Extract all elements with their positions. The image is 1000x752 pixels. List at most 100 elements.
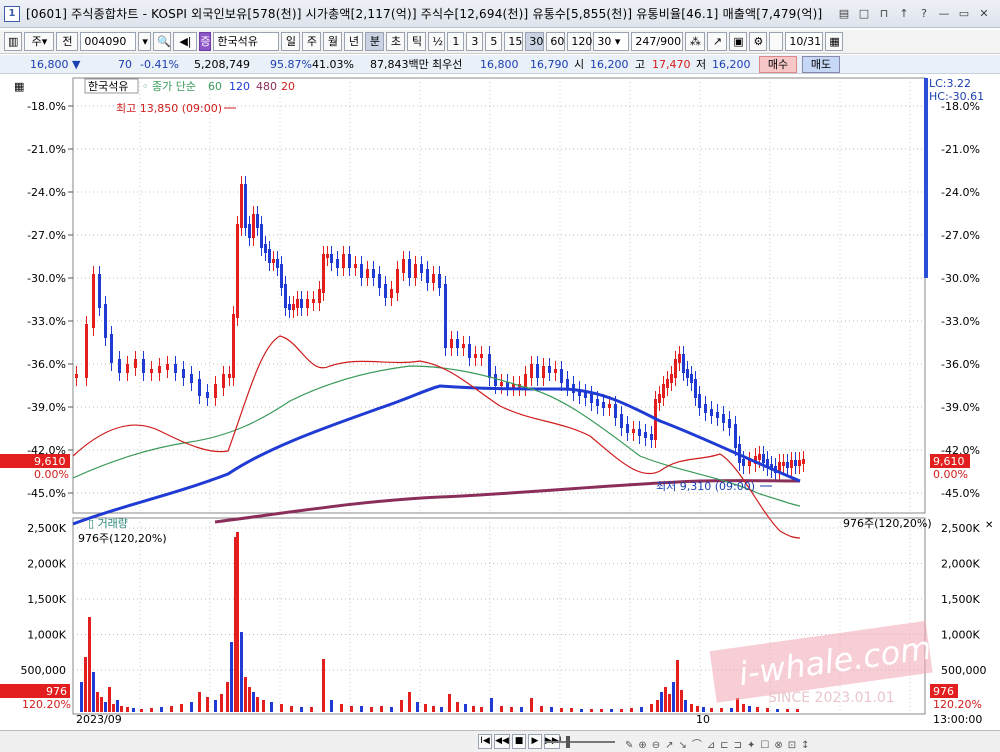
volume-bar: [116, 700, 119, 712]
code-input[interactable]: 004090: [80, 32, 137, 51]
volume-bar: [340, 704, 343, 712]
grid-icon[interactable]: ⁂: [685, 32, 706, 51]
volume-bar: [490, 698, 493, 712]
volume-bar: [300, 707, 303, 712]
minimize-icon[interactable]: —: [936, 6, 952, 22]
count-input[interactable]: 247/900: [631, 32, 684, 51]
volume-bar: [448, 694, 451, 712]
volume-bar: [240, 632, 243, 712]
volume-bar: [350, 706, 353, 712]
candle-body: [782, 462, 785, 466]
stock-chart[interactable]: -18.0% -21.0% -24.0% -27.0% -30.0% -33.0% -36.…: [0, 76, 1000, 730]
stop-button[interactable]: ■: [512, 734, 526, 749]
left-pct-tag: 0.00%: [34, 468, 69, 481]
volume-tick-label-right: 2,000K: [941, 558, 980, 571]
maximize-icon[interactable]: ▭: [956, 6, 972, 22]
candle-body: [742, 459, 745, 466]
candle-body: [626, 424, 629, 433]
rewind-button[interactable]: ◀◀: [494, 734, 510, 749]
volume-bar: [720, 708, 723, 712]
drawing-tools[interactable]: ✎⊕⊖↗↘⌒⊿⊏⊐✦☐⊗⊡↕: [625, 736, 815, 751]
volume-bar: [696, 706, 699, 712]
candle-body: [554, 369, 557, 373]
volume-bar: [600, 709, 603, 712]
period-year[interactable]: 년: [344, 32, 364, 51]
candle-body: [488, 354, 491, 378]
period-tick[interactable]: 틱: [407, 32, 427, 51]
price-tick-label-right: -33.0%: [941, 315, 980, 328]
candle-body: [790, 460, 793, 468]
play-button[interactable]: ▶: [528, 734, 542, 749]
close-icon[interactable]: ✕: [976, 6, 992, 22]
volume-bar: [120, 706, 123, 712]
first-button[interactable]: I◀: [478, 734, 492, 749]
x-label-start: 2023/09: [76, 713, 122, 726]
chart-area[interactable]: -18.0% -21.0% -24.0% -27.0% -30.0% -33.0% -36.…: [0, 76, 1000, 730]
price-tick-label: -45.0%: [27, 487, 66, 500]
candle-body: [98, 274, 101, 308]
code-dropdown-icon[interactable]: ▾: [138, 32, 152, 51]
volume-bar: [748, 706, 751, 712]
right-vol-pct: 120.20%: [933, 698, 982, 711]
restore-icon[interactable]: □: [856, 6, 872, 22]
market-select[interactable]: 주▾: [24, 32, 55, 51]
interval-120[interactable]: 120: [567, 32, 592, 51]
candle-body: [264, 244, 267, 253]
volume-bar: [656, 700, 659, 712]
zoom-slider[interactable]: [545, 741, 615, 743]
interval-60[interactable]: 60: [546, 32, 566, 51]
date-input[interactable]: 10/31: [785, 32, 824, 51]
volume-bar: [84, 657, 87, 712]
candle-body: [384, 284, 387, 298]
trend-icon[interactable]: ↗: [707, 32, 728, 51]
low-annotation: 최저 9,310 (09:00): [656, 480, 755, 493]
volume-bar: [756, 707, 759, 712]
buy-button[interactable]: 매수: [759, 56, 797, 73]
zoom-slider-handle[interactable]: [566, 736, 570, 748]
date-checkbox[interactable]: [769, 32, 784, 51]
half-button[interactable]: ½: [428, 32, 446, 51]
sell-button[interactable]: 매도: [802, 56, 840, 73]
volume-bar: [108, 687, 111, 712]
volume-panel-close-icon[interactable]: ✕: [985, 520, 993, 531]
volume-bar: [690, 704, 693, 712]
interval-15[interactable]: 15: [504, 32, 524, 51]
dock-icon[interactable]: ⊓: [876, 6, 892, 22]
candle-body: [390, 289, 393, 298]
chart-type-icon[interactable]: ▥: [4, 32, 23, 51]
period-week[interactable]: 주: [302, 32, 322, 51]
bottom-bar: I◀ ◀◀ ■ ▶ ▶▶I ✎⊕⊖↗↘⌒⊿⊏⊐✦☐⊗⊡↕: [0, 730, 1000, 752]
candle-body: [686, 369, 689, 378]
search-icon[interactable]: 🔍: [153, 32, 172, 51]
sound-icon[interactable]: ◀|: [173, 32, 198, 51]
candle-body: [402, 259, 405, 273]
pin-icon[interactable]: ↑: [896, 6, 912, 22]
interval-30[interactable]: 30: [525, 32, 545, 51]
help-icon[interactable]: ?: [916, 6, 932, 22]
candle-body: [92, 274, 95, 328]
calendar-icon[interactable]: ▦: [825, 32, 844, 51]
best-ask: 16,800: [480, 57, 519, 71]
volume-bar: [424, 704, 427, 712]
period-day[interactable]: 일: [281, 32, 301, 51]
candle-body: [190, 374, 193, 383]
all-button[interactable]: 전: [56, 32, 79, 51]
window-controls: ▤ □ ⊓ ↑ ? — ▭ ✕: [836, 6, 992, 22]
period-minute[interactable]: 분: [365, 32, 385, 51]
ratio-two: 41.03%: [312, 57, 354, 71]
interval-value-input[interactable]: 30 ▾: [593, 32, 630, 51]
interval-3[interactable]: 3: [466, 32, 484, 51]
settings-icon[interactable]: ⚙: [749, 32, 768, 51]
right-vol-tag: 976: [933, 685, 954, 698]
period-month[interactable]: 월: [323, 32, 343, 51]
volume-bar: [112, 704, 115, 712]
scroll-indicator[interactable]: [924, 78, 928, 278]
volume-bar: [650, 704, 653, 712]
save-icon[interactable]: ▣: [729, 32, 748, 51]
table-icon[interactable]: ▦: [14, 80, 24, 93]
interval-1[interactable]: 1: [447, 32, 465, 51]
interval-5[interactable]: 5: [485, 32, 503, 51]
layout-icon[interactable]: ▤: [836, 6, 852, 22]
candle-body: [166, 364, 169, 370]
period-second[interactable]: 초: [386, 32, 406, 51]
